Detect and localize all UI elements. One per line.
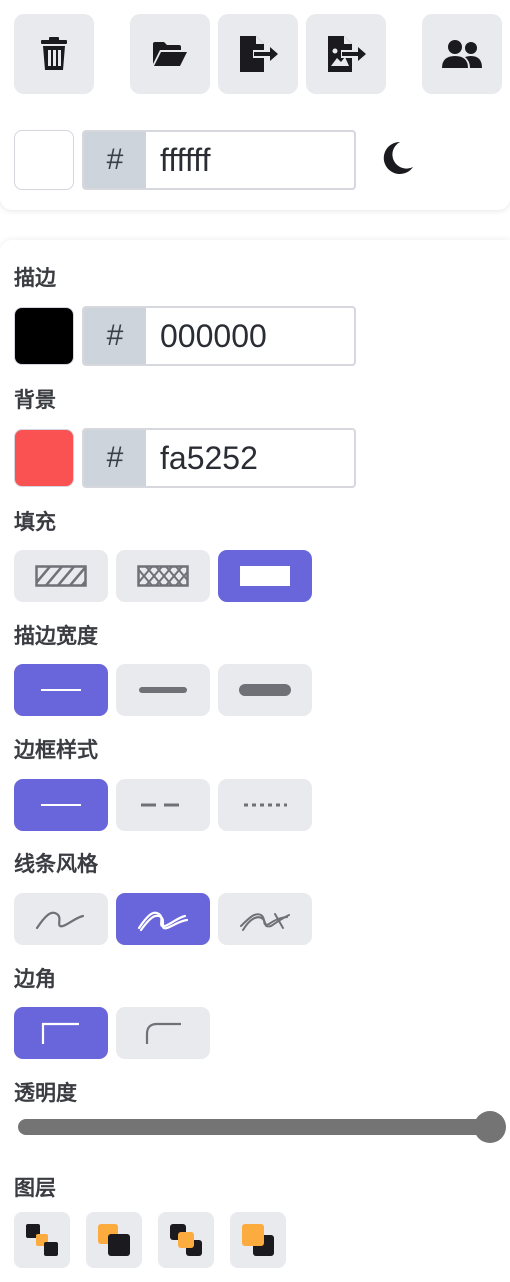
canvas-background-hex-value[interactable]: ffffff bbox=[146, 132, 354, 188]
sloppiness-label: 线条风格 bbox=[14, 853, 98, 876]
edges-sharp-button[interactable] bbox=[14, 1007, 108, 1059]
background-color-swatch[interactable] bbox=[14, 429, 74, 487]
bold-line-icon bbox=[139, 687, 187, 693]
fill-solid-button[interactable] bbox=[218, 550, 312, 602]
opacity-label: 透明度 bbox=[14, 1082, 77, 1105]
stroke-style-solid-button[interactable] bbox=[14, 779, 108, 831]
sloppiness-architect-button[interactable] bbox=[14, 893, 108, 945]
canvas-background-swatch[interactable] bbox=[14, 130, 74, 190]
extra-bold-line-icon bbox=[239, 684, 291, 696]
hash-prefix: # bbox=[84, 430, 146, 486]
trash-icon bbox=[41, 37, 67, 70]
send-to-back-button[interactable] bbox=[14, 1212, 70, 1268]
users-icon bbox=[442, 40, 482, 68]
cross-hatch-fill-icon bbox=[137, 565, 189, 587]
dotted-line-icon bbox=[244, 803, 287, 807]
edges-round-button[interactable] bbox=[116, 1007, 210, 1059]
background-label: 背景 bbox=[14, 389, 56, 412]
stroke-style-label: 边框样式 bbox=[14, 739, 98, 762]
collaborate-button[interactable] bbox=[422, 14, 502, 94]
round-corner-icon bbox=[145, 1022, 181, 1044]
hash-prefix: # bbox=[84, 132, 146, 188]
stroke-hex-field[interactable]: # 000000 bbox=[82, 306, 356, 366]
architect-squiggle-icon bbox=[35, 911, 85, 930]
bring-forward-icon bbox=[170, 1224, 202, 1256]
theme-toggle-button[interactable] bbox=[378, 138, 418, 178]
solid-fill-icon bbox=[240, 566, 290, 586]
fill-cross-hatch-button[interactable] bbox=[116, 550, 210, 602]
stroke-hex-value[interactable]: 000000 bbox=[146, 308, 354, 364]
background-hex-value[interactable]: fa5252 bbox=[146, 430, 354, 486]
file-image-export-icon bbox=[328, 36, 366, 72]
stroke-width-thin-button[interactable] bbox=[14, 664, 108, 716]
solid-line-icon bbox=[41, 804, 81, 806]
hash-prefix: # bbox=[84, 308, 146, 364]
fill-hachure-button[interactable] bbox=[14, 550, 108, 602]
opacity-slider-thumb[interactable] bbox=[474, 1111, 506, 1143]
open-button[interactable] bbox=[130, 14, 210, 94]
stroke-width-bold-button[interactable] bbox=[116, 664, 210, 716]
stroke-label: 描边 bbox=[14, 267, 56, 290]
artist-squiggle-icon bbox=[137, 911, 189, 932]
folder-open-icon bbox=[153, 42, 187, 66]
sharp-corner-icon bbox=[41, 1022, 79, 1044]
cartoonist-squiggle-icon bbox=[240, 913, 290, 931]
sloppiness-artist-button[interactable] bbox=[116, 893, 210, 945]
opacity-slider-track[interactable] bbox=[18, 1119, 490, 1135]
stroke-style-dotted-button[interactable] bbox=[218, 779, 312, 831]
bring-to-front-button[interactable] bbox=[230, 1212, 286, 1268]
stroke-style-dashed-button[interactable] bbox=[116, 779, 210, 831]
thin-line-icon bbox=[41, 689, 81, 691]
moon-icon bbox=[383, 141, 413, 174]
stroke-color-swatch[interactable] bbox=[14, 307, 74, 365]
background-hex-field[interactable]: # fa5252 bbox=[82, 428, 356, 488]
send-to-back-icon bbox=[26, 1224, 58, 1256]
hachure-fill-icon bbox=[35, 565, 87, 587]
export-button[interactable] bbox=[218, 14, 298, 94]
stroke-width-label: 描边宽度 bbox=[14, 625, 98, 648]
bring-to-front-icon bbox=[242, 1224, 274, 1256]
export-image-button[interactable] bbox=[306, 14, 386, 94]
fill-label: 填充 bbox=[14, 511, 56, 534]
sloppiness-cartoonist-button[interactable] bbox=[218, 893, 312, 945]
dashed-line-icon bbox=[141, 803, 185, 807]
edges-label: 边角 bbox=[14, 968, 56, 991]
layers-label: 图层 bbox=[14, 1177, 56, 1200]
bring-forward-button[interactable] bbox=[158, 1212, 214, 1268]
send-backward-button[interactable] bbox=[86, 1212, 142, 1268]
delete-button[interactable] bbox=[14, 14, 94, 94]
canvas-background-hex-field[interactable]: # ffffff bbox=[82, 130, 356, 190]
send-backward-icon bbox=[98, 1224, 130, 1256]
stroke-width-extra-bold-button[interactable] bbox=[218, 664, 312, 716]
file-export-icon bbox=[240, 36, 278, 72]
